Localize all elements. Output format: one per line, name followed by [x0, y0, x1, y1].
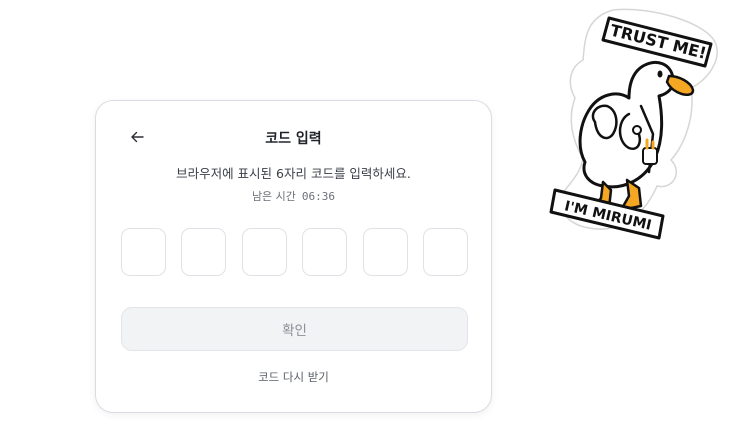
code-digit-4[interactable]	[302, 228, 348, 276]
resend-code-link[interactable]: 코드 다시 받기	[96, 369, 491, 385]
code-input-row	[121, 228, 468, 276]
remaining-time: 남은 시간 06:36	[96, 188, 491, 204]
code-digit-2[interactable]	[181, 228, 227, 276]
code-entry-dialog: 코드 입력 브라우저에 표시된 6자리 코드를 입력하세요. 남은 시간 06:3…	[95, 100, 492, 413]
code-digit-3[interactable]	[241, 228, 287, 276]
code-digit-6[interactable]	[422, 228, 468, 276]
duck-doctor-sticker: TRUST ME! I'M MIRUMI	[549, 8, 718, 240]
code-digit-1[interactable]	[121, 228, 166, 276]
instruction-text: 브라우저에 표시된 6자리 코드를 입력하세요.	[176, 166, 411, 181]
timer-label: 남은 시간	[251, 190, 296, 203]
code-digit-5[interactable]	[362, 228, 408, 276]
dialog-title: 코드 입력	[265, 131, 322, 147]
timer-value: 06:36	[301, 190, 336, 203]
confirm-button[interactable]: 확인	[121, 307, 468, 351]
